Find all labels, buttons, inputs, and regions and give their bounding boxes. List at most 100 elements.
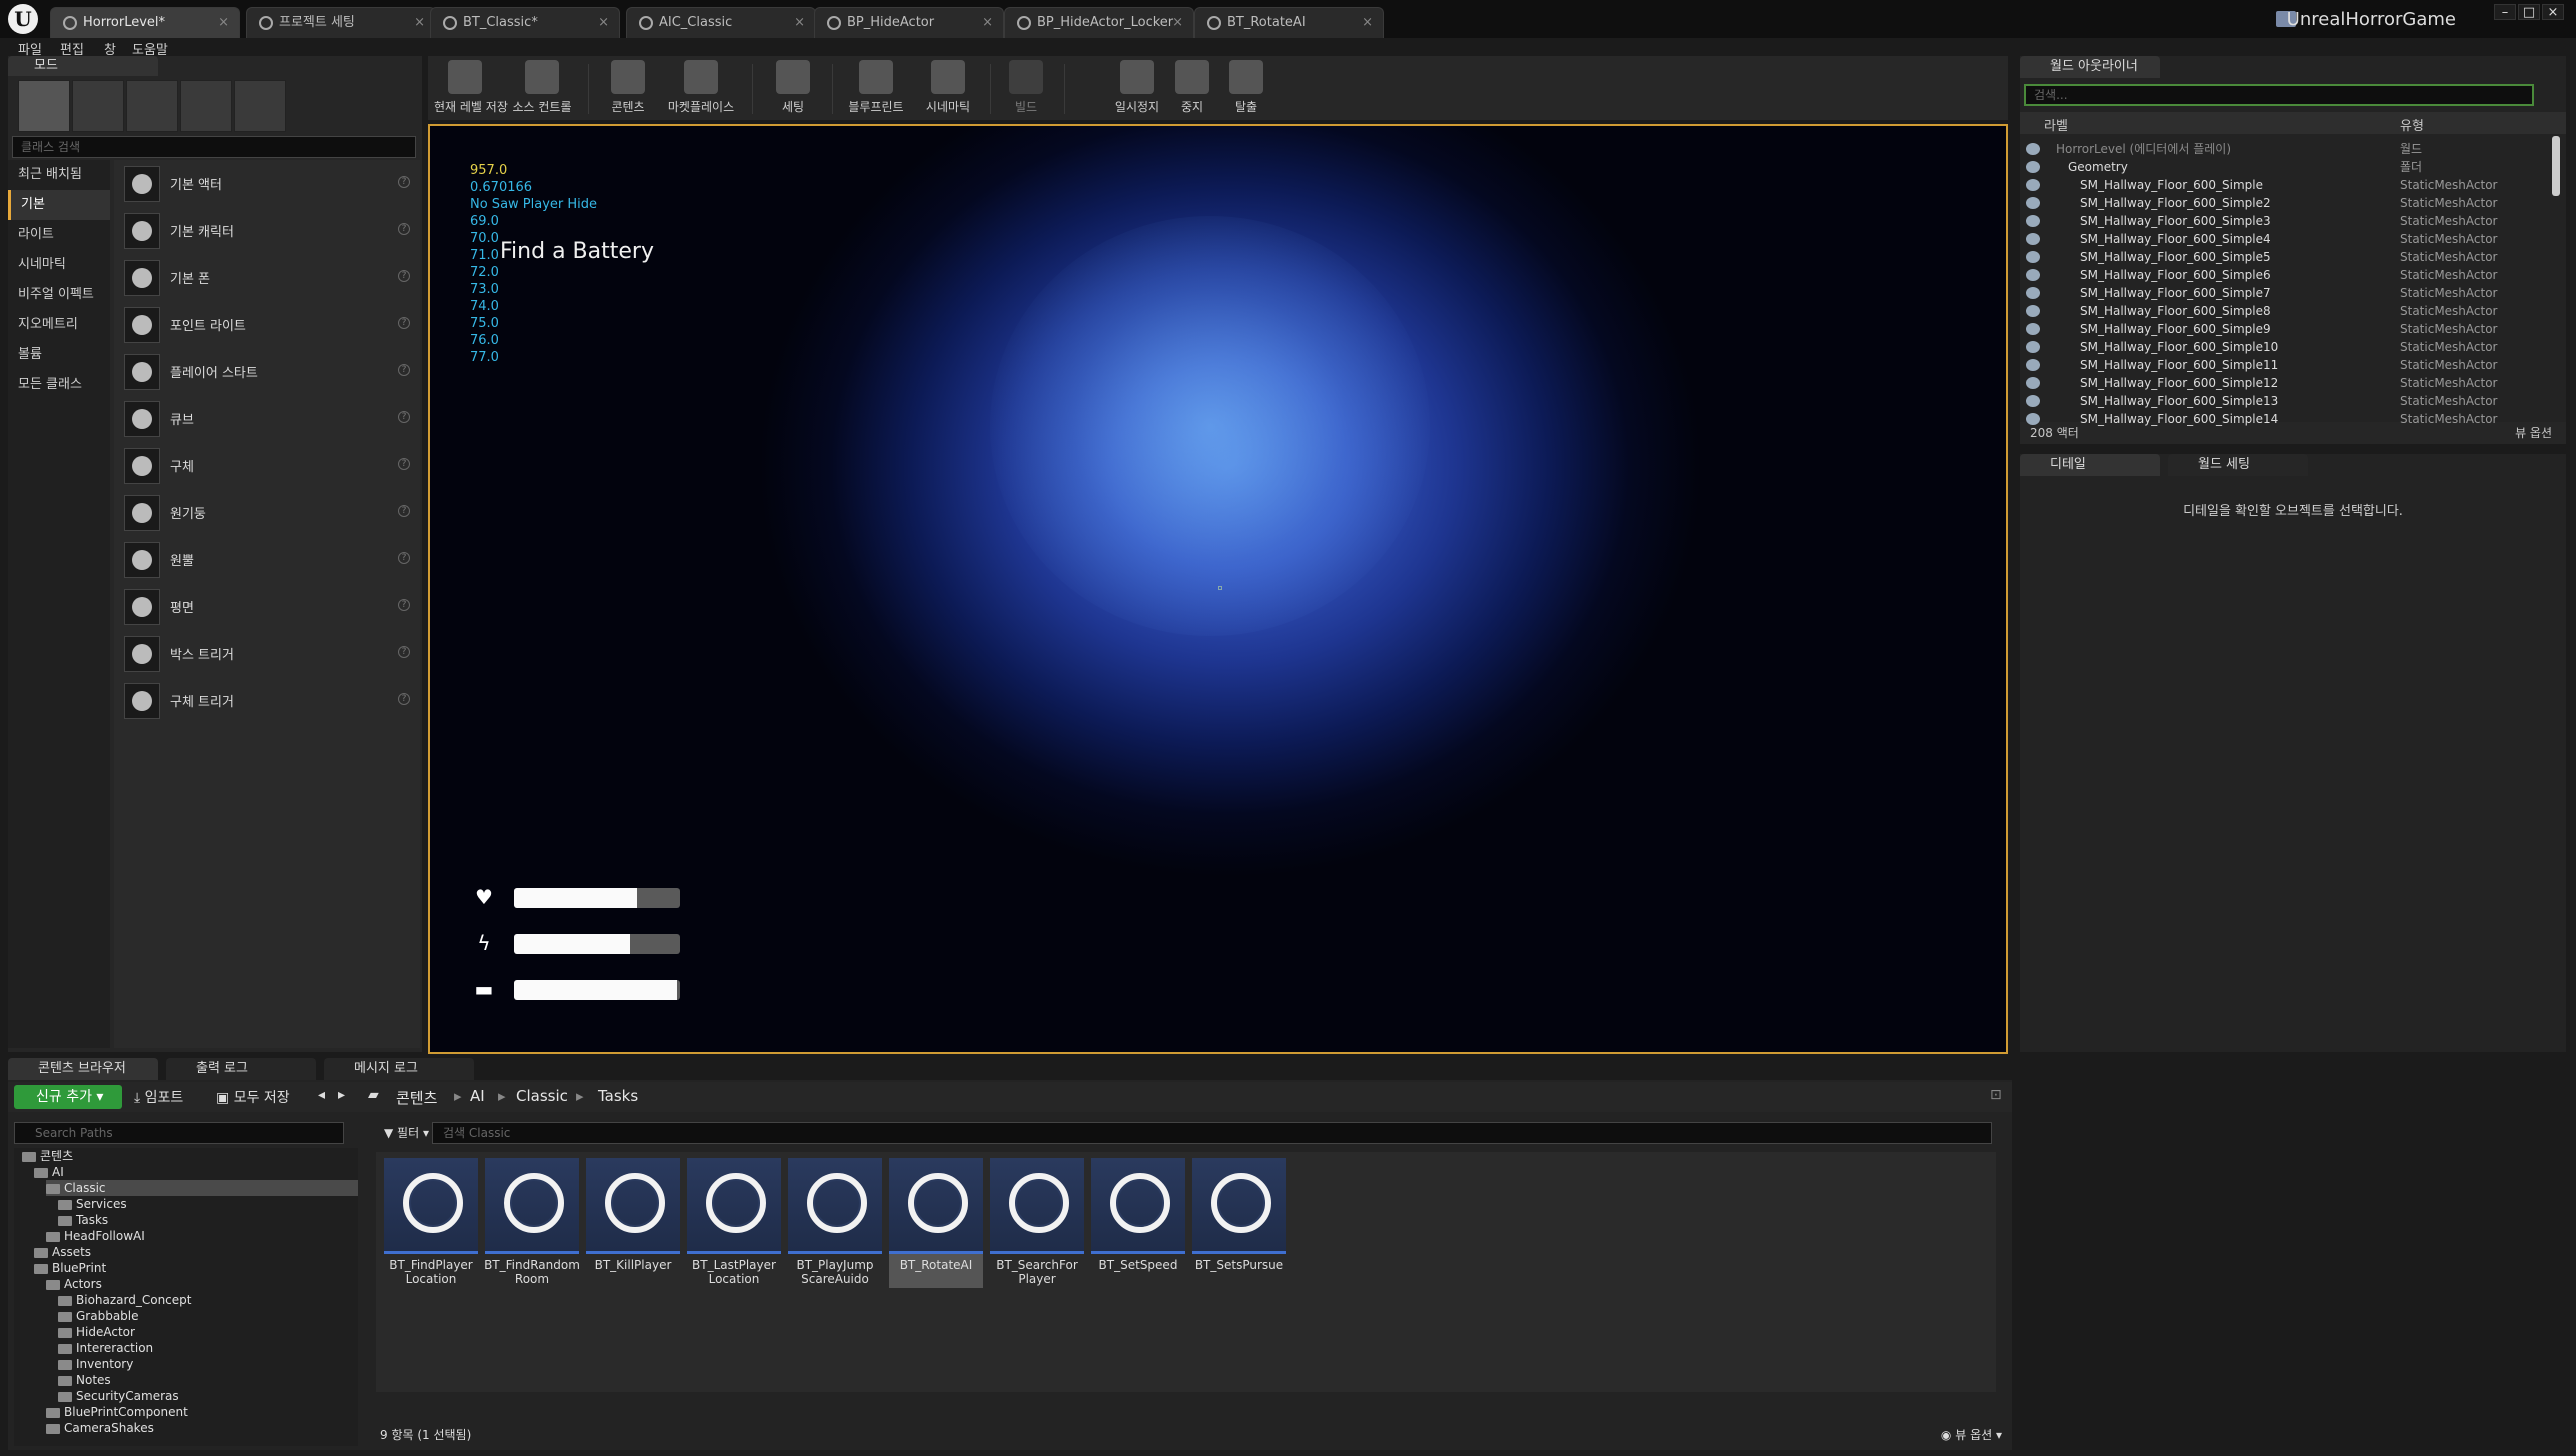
outliner-row[interactable]: SM_Hallway_Floor_600_Simple10 StaticMeshA… xyxy=(2020,338,2556,356)
close-icon[interactable]: × xyxy=(982,8,993,38)
tree-folder[interactable]: Tasks xyxy=(58,1212,108,1228)
add-new-button[interactable]: 신규 추가 ▾ xyxy=(14,1085,122,1109)
blueprints-button[interactable]: 블루프린트 xyxy=(846,60,906,118)
tree-folder[interactable]: BluePrintComponent xyxy=(46,1404,188,1420)
visibility-eye-icon[interactable] xyxy=(2026,377,2040,389)
tree-folder[interactable]: CameraShakes xyxy=(46,1420,154,1436)
outliner-search-input[interactable]: 검색... xyxy=(2024,84,2534,106)
place-item-box-trigger[interactable]: 박스 트리거? xyxy=(114,630,420,676)
tree-folder[interactable]: Intereraction xyxy=(58,1340,153,1356)
tab-project-settings[interactable]: 프로젝트 세팅 × xyxy=(246,7,436,38)
tree-folder[interactable]: SecurityCameras xyxy=(58,1388,179,1404)
breadcrumb-ai[interactable]: AI xyxy=(470,1087,485,1105)
view-options-button[interactable]: ◉ 뷰 옵션 ▾ xyxy=(1941,1426,2002,1443)
tree-folder[interactable]: Inventory xyxy=(58,1356,133,1372)
tree-folder[interactable]: BluePrint xyxy=(34,1260,106,1276)
place-item-player-start[interactable]: 플레이어 스타트? xyxy=(114,348,420,394)
unreal-logo-icon[interactable]: U xyxy=(8,4,38,34)
category-visual-effects[interactable]: 비주얼 이펙트 xyxy=(8,280,110,310)
outliner-row[interactable]: SM_Hallway_Floor_600_Simple13 StaticMeshA… xyxy=(2020,392,2556,410)
back-arrow-icon[interactable]: ◂ xyxy=(318,1087,325,1103)
marketplace-button[interactable]: 마켓플레이스 xyxy=(666,60,736,118)
breadcrumb-tasks[interactable]: Tasks xyxy=(598,1087,638,1105)
tab-world-outliner[interactable]: 월드 아웃라이너 xyxy=(2020,56,2160,78)
lock-icon[interactable]: ⊡ xyxy=(1990,1087,2002,1103)
foliage-mode-icon[interactable] xyxy=(180,80,232,132)
place-item-character[interactable]: 기본 캐릭터? xyxy=(114,207,420,253)
settings-button[interactable]: 세팅 xyxy=(768,60,818,118)
build-button[interactable]: 빌드 xyxy=(1004,60,1048,118)
category-basic[interactable]: 기본 xyxy=(8,190,110,220)
visibility-eye-icon[interactable] xyxy=(2026,215,2040,227)
column-label[interactable]: 라벨 xyxy=(2044,115,2068,134)
class-search-input[interactable]: 클래스 검색 xyxy=(12,136,416,158)
tab-details[interactable]: 디테일 xyxy=(2020,454,2160,476)
tree-folder[interactable]: 콘텐츠 xyxy=(22,1148,73,1164)
help-icon[interactable]: ? xyxy=(398,176,410,188)
help-icon[interactable]: ? xyxy=(398,364,410,376)
source-control-button[interactable]: 소스 컨트롤 xyxy=(512,60,572,118)
place-item-sphere-trigger[interactable]: 구체 트리거? xyxy=(114,677,420,723)
eject-button[interactable]: 탈출 xyxy=(1228,60,1264,118)
outliner-row[interactable]: SM_Hallway_Floor_600_Simple StaticMeshAct… xyxy=(2020,176,2556,194)
content-button[interactable]: 콘텐츠 xyxy=(606,60,650,118)
help-icon[interactable]: ? xyxy=(398,693,410,705)
game-viewport[interactable]: 957.0 0.670166 No Saw Player Hide 69.0 7… xyxy=(428,124,2008,1054)
place-item-plane[interactable]: 평면? xyxy=(114,583,420,629)
close-icon[interactable]: × xyxy=(414,8,425,38)
tree-folder[interactable]: Actors xyxy=(46,1276,102,1292)
outliner-row[interactable]: SM_Hallway_Floor_600_Simple3 StaticMeshAc… xyxy=(2020,212,2556,230)
place-item-cube[interactable]: 큐브? xyxy=(114,395,420,441)
asset-tile[interactable]: BT_FindPlayer Location xyxy=(384,1158,478,1288)
place-item-cylinder[interactable]: 원기둥? xyxy=(114,489,420,535)
help-icon[interactable]: ? xyxy=(398,317,410,329)
search-paths-input[interactable]: Search Paths xyxy=(14,1122,344,1144)
visibility-eye-icon[interactable] xyxy=(2026,251,2040,263)
asset-tile[interactable]: BT_SearchFor Player xyxy=(990,1158,1084,1288)
visibility-eye-icon[interactable] xyxy=(2026,359,2040,371)
close-icon[interactable]: × xyxy=(218,8,229,38)
category-lights[interactable]: 라이트 xyxy=(8,220,110,250)
tab-content-browser[interactable]: 콘텐츠 브라우저 xyxy=(8,1058,158,1080)
place-item-sphere[interactable]: 구체? xyxy=(114,442,420,488)
visibility-eye-icon[interactable] xyxy=(2026,287,2040,299)
breadcrumb-content[interactable]: 콘텐츠 xyxy=(396,1087,437,1108)
help-icon[interactable]: ? xyxy=(398,599,410,611)
tree-folder[interactable]: AI xyxy=(34,1164,64,1180)
paint-mode-icon[interactable] xyxy=(72,80,124,132)
visibility-eye-icon[interactable] xyxy=(2026,197,2040,209)
place-item-point-light[interactable]: 포인트 라이트? xyxy=(114,301,420,347)
tree-folder[interactable]: Classic xyxy=(46,1180,358,1196)
tab-horrorlevel[interactable]: HorrorLevel* × xyxy=(50,7,240,38)
visibility-eye-icon[interactable] xyxy=(2026,323,2040,335)
visibility-eye-icon[interactable] xyxy=(2026,269,2040,281)
tree-folder[interactable]: Services xyxy=(58,1196,127,1212)
landscape-mode-icon[interactable] xyxy=(126,80,178,132)
category-geometry[interactable]: 지오메트리 xyxy=(8,310,110,340)
forward-arrow-icon[interactable]: ▸ xyxy=(338,1087,345,1103)
pause-button[interactable]: 일시정지 xyxy=(1112,60,1162,118)
visibility-eye-icon[interactable] xyxy=(2026,179,2040,191)
outliner-row[interactable]: SM_Hallway_Floor_600_Simple9 StaticMeshAc… xyxy=(2020,320,2556,338)
place-item-pawn[interactable]: 기본 폰? xyxy=(114,254,420,300)
asset-tile[interactable]: BT_PlayJump ScareAuido xyxy=(788,1158,882,1288)
tree-folder[interactable]: HideActor xyxy=(58,1324,135,1340)
outliner-row[interactable]: SM_Hallway_Floor_600_Simple14 StaticMeshA… xyxy=(2020,410,2556,428)
help-icon[interactable]: ? xyxy=(398,505,410,517)
asset-search-input[interactable]: 검색 Classic xyxy=(432,1122,1992,1144)
stop-button[interactable]: 중지 xyxy=(1174,60,1210,118)
asset-tile[interactable]: BT_SetSpeed xyxy=(1091,1158,1185,1288)
cinematics-button[interactable]: 시네마틱 xyxy=(922,60,974,118)
help-icon[interactable]: ? xyxy=(398,223,410,235)
tab-bp-hideactor-locker[interactable]: BP_HideActor_Locker × xyxy=(1004,7,1194,38)
outliner-row[interactable]: SM_Hallway_Floor_600_Simple7 StaticMeshAc… xyxy=(2020,284,2556,302)
save-all-button[interactable]: ▣ 모두 저장 xyxy=(216,1087,290,1107)
visibility-eye-icon[interactable] xyxy=(2026,305,2040,317)
tree-folder[interactable]: Grabbable xyxy=(58,1308,139,1324)
outliner-row[interactable]: SM_Hallway_Floor_600_Simple6 StaticMeshAc… xyxy=(2020,266,2556,284)
asset-tile[interactable]: BT_FindRandom Room xyxy=(484,1158,580,1288)
close-window-button[interactable]: × xyxy=(2542,4,2564,20)
tree-folder[interactable]: Notes xyxy=(58,1372,111,1388)
maximize-button[interactable]: □ xyxy=(2518,4,2540,20)
outliner-row[interactable]: SM_Hallway_Floor_600_Simple8 StaticMeshAc… xyxy=(2020,302,2556,320)
